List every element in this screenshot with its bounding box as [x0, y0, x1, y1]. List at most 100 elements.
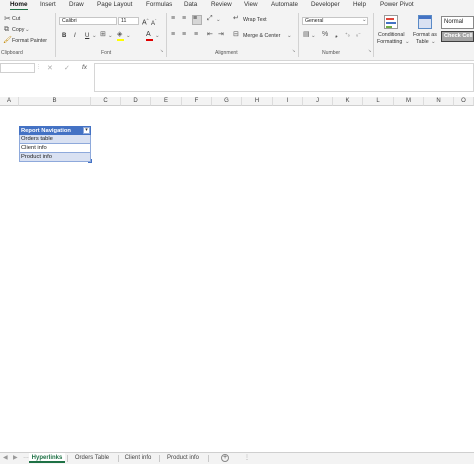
italic-icon[interactable]: I [74, 32, 76, 40]
column-header-o[interactable]: O [454, 97, 474, 106]
format-as-table-dropdown-icon[interactable]: ⌄ [431, 39, 435, 45]
insert-function-icon[interactable]: fx [82, 64, 87, 71]
align-right-icon[interactable]: ≡ [194, 31, 198, 39]
column-header-l[interactable]: L [363, 97, 394, 106]
column-header-i[interactable]: I [273, 97, 303, 106]
borders-dropdown-icon[interactable]: ⌄ [108, 33, 112, 39]
tab-developer[interactable]: Developer [311, 1, 340, 8]
sheet-tab-orders-table[interactable]: Orders Table [68, 453, 116, 463]
column-header-e[interactable]: E [151, 97, 182, 106]
increase-decimal-icon[interactable]: ⁺₀ [345, 31, 350, 39]
copy-button[interactable]: Copy [12, 27, 24, 33]
bold-icon[interactable]: B [62, 32, 66, 40]
wrap-text-icon[interactable]: ↵ [233, 15, 239, 23]
column-header-n[interactable]: N [424, 97, 454, 106]
prev-sheet-icon[interactable]: ◀ [3, 454, 8, 461]
fill-color-dropdown-icon[interactable]: ⌄ [126, 33, 130, 39]
enter-icon[interactable]: ✓ [64, 64, 70, 72]
style-normal[interactable]: Normal [441, 16, 474, 29]
table-row[interactable]: Orders table [19, 135, 91, 144]
wrap-text-button[interactable]: Wrap Text [243, 17, 267, 23]
tab-bar-more-icon[interactable]: ⋮ [244, 454, 250, 461]
align-bottom-icon[interactable]: ≡ [193, 15, 197, 23]
column-header-m[interactable]: M [394, 97, 424, 106]
font-color-dropdown-icon[interactable]: ⌄ [155, 33, 159, 39]
font-dialog-launcher-icon[interactable]: ↘ [160, 48, 163, 53]
table-row[interactable]: Product info [19, 153, 91, 162]
conditional-formatting-icon[interactable] [384, 15, 398, 29]
tab-power-pivot[interactable]: Power Pivot [380, 1, 414, 8]
sheet-tab-product-info[interactable]: Product info [160, 453, 206, 463]
tab-home[interactable]: Home [10, 1, 28, 10]
tab-insert[interactable]: Insert [40, 1, 56, 8]
formula-input[interactable] [94, 63, 474, 92]
merge-dropdown-icon[interactable]: ⌄ [287, 33, 291, 39]
tab-draw[interactable]: Draw [69, 1, 84, 8]
conditional-formatting-dropdown-icon[interactable]: ⌄ [405, 39, 409, 45]
add-sheet-icon[interactable]: + [221, 454, 229, 462]
format-painter-button[interactable]: Format Painter [12, 38, 47, 44]
tab-data[interactable]: Data [184, 1, 197, 8]
number-format-dropdown-icon[interactable]: ⌄ [362, 17, 366, 23]
borders-icon[interactable]: ⊞ [100, 31, 106, 39]
table-resize-handle[interactable] [88, 159, 92, 163]
align-top-icon[interactable]: ≡ [171, 15, 175, 23]
decrease-decimal-icon[interactable]: ₀⁻ [356, 31, 361, 39]
number-format-select[interactable]: General [302, 17, 368, 25]
accounting-dropdown-icon[interactable]: ⌄ [311, 33, 315, 39]
next-sheet-icon[interactable]: ▶ [13, 454, 18, 461]
filter-dropdown-icon[interactable]: ▾ [83, 127, 90, 134]
name-box[interactable] [0, 63, 35, 73]
orientation-icon[interactable]: ⤢ [207, 15, 213, 23]
align-left-icon[interactable]: ≡ [171, 31, 175, 39]
tab-view[interactable]: View [244, 1, 258, 8]
fill-color-icon[interactable]: ◈ [117, 31, 122, 39]
number-dialog-launcher-icon[interactable]: ↘ [368, 48, 371, 53]
font-size-select[interactable]: 11 [118, 17, 139, 25]
increase-font-icon[interactable]: A^ [142, 16, 149, 27]
merge-center-button[interactable]: Merge & Center [243, 33, 280, 39]
format-as-table-button[interactable]: Format as [413, 32, 437, 38]
tab-formulas[interactable]: Formulas [146, 1, 172, 8]
column-header-h[interactable]: H [242, 97, 273, 106]
conditional-formatting-button[interactable]: Conditional [378, 32, 405, 38]
tab-review[interactable]: Review [211, 1, 232, 8]
chevron-down-icon[interactable]: ⌄ [25, 27, 29, 33]
decrease-indent-icon[interactable]: ⇤ [207, 31, 213, 39]
cut-button[interactable]: Cut [12, 16, 20, 22]
sheet-tab-hyperlinks[interactable]: Hyperlinks [29, 453, 65, 463]
sheet-tab-client-info[interactable]: Client info [119, 453, 157, 463]
underline-icon[interactable]: U [85, 32, 89, 40]
column-header-k[interactable]: K [333, 97, 363, 106]
decrease-font-icon[interactable]: Aˇ [151, 17, 156, 28]
merge-center-icon[interactable]: ⊟ [233, 31, 239, 39]
column-header-c[interactable]: C [91, 97, 121, 106]
copy-icon[interactable]: ⧉ [4, 26, 9, 34]
font-name-select[interactable]: Calibri [59, 17, 117, 25]
increase-indent-icon[interactable]: ⇥ [218, 31, 224, 39]
tab-page-layout[interactable]: Page Layout [97, 1, 132, 8]
column-header-j[interactable]: J [303, 97, 333, 106]
orientation-dropdown-icon[interactable]: ⌄ [216, 17, 220, 23]
percent-icon[interactable]: % [322, 31, 328, 39]
cut-icon[interactable]: ✂ [4, 15, 11, 23]
format-painter-icon[interactable]: 🖌 [3, 37, 12, 45]
alignment-dialog-launcher-icon[interactable]: ↘ [292, 48, 295, 53]
column-header-b[interactable]: B [19, 97, 91, 106]
column-header-f[interactable]: F [182, 97, 212, 106]
underline-dropdown-icon[interactable]: ⌄ [92, 33, 96, 39]
accounting-format-icon[interactable]: ▤ [303, 31, 310, 39]
column-header-g[interactable]: G [212, 97, 242, 106]
tab-automate[interactable]: Automate [271, 1, 298, 8]
style-check-cell[interactable]: Check Cell [441, 31, 474, 42]
table-header-cell[interactable]: Report Navigation [19, 126, 91, 135]
tab-help[interactable]: Help [353, 1, 366, 8]
column-header-a[interactable]: A [0, 97, 19, 106]
align-middle-icon[interactable]: ≡ [182, 15, 186, 23]
table-row[interactable]: Client info [19, 144, 91, 153]
format-as-table-icon[interactable] [418, 15, 432, 29]
cancel-icon[interactable]: ✕ [47, 64, 53, 72]
font-color-icon[interactable]: A [146, 31, 151, 39]
name-box-dropdown-icon[interactable]: ⋮ [36, 64, 41, 70]
align-center-icon[interactable]: ≡ [182, 31, 186, 39]
